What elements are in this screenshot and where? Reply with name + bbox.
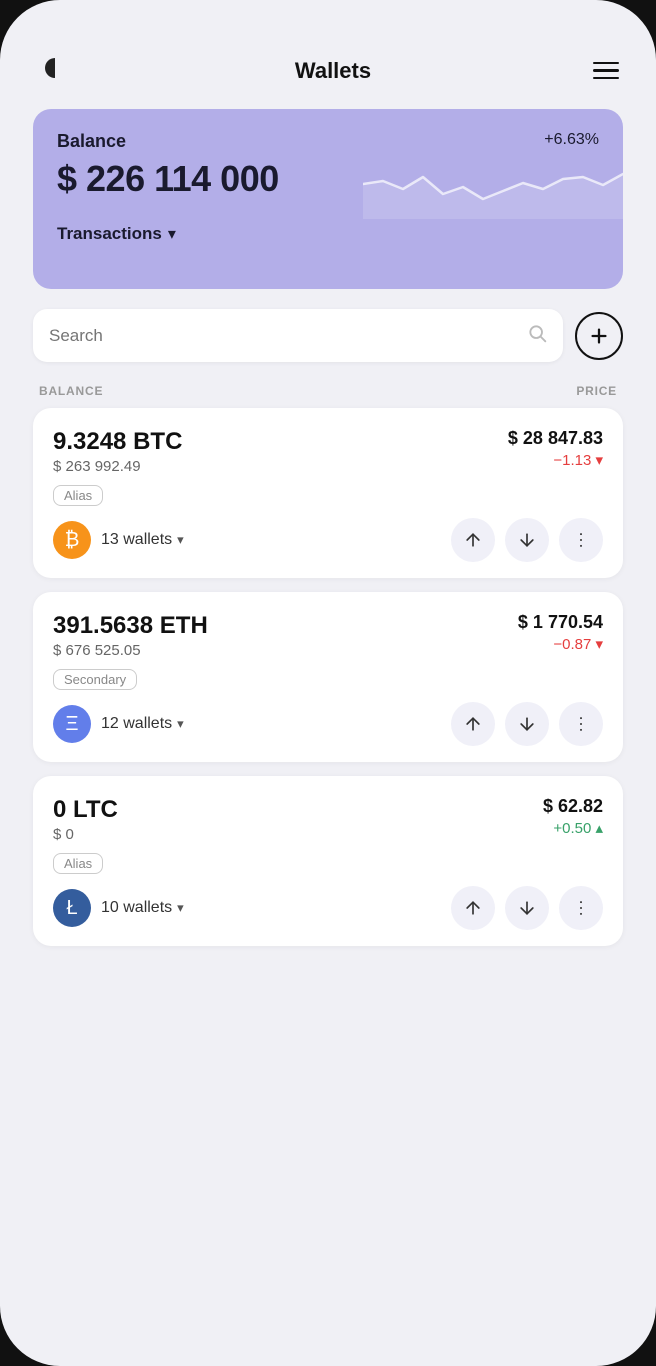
ltc-price: $ 62.82	[543, 796, 603, 817]
search-icon	[527, 323, 547, 348]
eth-amount: 391.5638 ETH	[53, 612, 208, 640]
btc-badge: Alias	[53, 485, 103, 506]
ltc-send-button[interactable]	[451, 886, 495, 930]
asset-left: 391.5638 ETH $ 676 525.05	[53, 612, 208, 659]
btc-usd-value: $ 263 992.49	[53, 458, 182, 475]
asset-top-row: 9.3248 BTC $ 263 992.49 $ 28 847.83 −1.1…	[53, 428, 603, 475]
price-column-header: PRICE	[576, 384, 617, 398]
menu-button[interactable]	[593, 62, 619, 80]
asset-card-eth: 391.5638 ETH $ 676 525.05 $ 1 770.54 −0.…	[33, 592, 623, 762]
ltc-actions	[451, 886, 603, 930]
ltc-badge: Alias	[53, 853, 103, 874]
eth-bottom-row: Ξ 12 wallets ▾	[53, 702, 603, 746]
btc-amount: 9.3248 BTC	[53, 428, 182, 456]
asset-left: 9.3248 BTC $ 263 992.49	[53, 428, 182, 475]
ltc-usd-value: $ 0	[53, 826, 118, 843]
asset-right: $ 28 847.83 −1.13 ▾	[508, 428, 603, 469]
search-input[interactable]	[49, 326, 517, 346]
ltc-bottom-row: Ł 10 wallets ▾	[53, 886, 603, 930]
btc-more-button[interactable]	[559, 518, 603, 562]
ltc-wallet-count[interactable]: 10 wallets ▾	[101, 899, 184, 917]
balance-card: Balance +6.63% $ 226 114 000 Transaction…	[33, 109, 623, 289]
eth-send-button[interactable]	[451, 702, 495, 746]
balance-chart	[363, 139, 623, 219]
transactions-label: Transactions	[57, 224, 162, 244]
btc-wallet-count[interactable]: 13 wallets ▾	[101, 531, 184, 549]
balance-column-header: BALANCE	[39, 384, 103, 398]
eth-coin-icon: Ξ	[53, 705, 91, 743]
eth-usd-value: $ 676 525.05	[53, 642, 208, 659]
table-header: BALANCE PRICE	[33, 378, 623, 408]
btc-wallet-chevron-icon: ▾	[177, 532, 184, 548]
asset-left: 0 LTC $ 0	[53, 796, 118, 843]
asset-top-row: 391.5638 ETH $ 676 525.05 $ 1 770.54 −0.…	[53, 612, 603, 659]
eth-actions	[451, 702, 603, 746]
btc-receive-button[interactable]	[505, 518, 549, 562]
eth-change: −0.87 ▾	[518, 635, 603, 653]
asset-card-btc: 9.3248 BTC $ 263 992.49 $ 28 847.83 −1.1…	[33, 408, 623, 578]
logo	[37, 50, 73, 91]
asset-right: $ 62.82 +0.50 ▴	[543, 796, 603, 837]
asset-right: $ 1 770.54 −0.87 ▾	[518, 612, 603, 653]
ltc-coin-icon: Ł	[53, 889, 91, 927]
eth-wallet-count[interactable]: 12 wallets ▾	[101, 715, 184, 733]
ltc-change: +0.50 ▴	[543, 819, 603, 837]
search-box	[33, 309, 563, 362]
btc-coin-icon: ₿	[53, 521, 91, 559]
header: Wallets	[33, 40, 623, 109]
add-wallet-button[interactable]	[575, 312, 623, 360]
app-container: Wallets Balance +6.63% $ 226 114 000 Tra…	[33, 40, 623, 1326]
eth-badge: Secondary	[53, 669, 137, 690]
search-row	[33, 309, 623, 362]
transactions-row[interactable]: Transactions ▾	[57, 224, 599, 244]
eth-more-button[interactable]	[559, 702, 603, 746]
ltc-amount: 0 LTC	[53, 796, 118, 824]
ltc-more-button[interactable]	[559, 886, 603, 930]
phone-frame: Wallets Balance +6.63% $ 226 114 000 Tra…	[0, 0, 656, 1366]
asset-card-ltc: 0 LTC $ 0 $ 62.82 +0.50 ▴ Alias Ł 10 wal…	[33, 776, 623, 946]
btc-wallet-info: ₿ 13 wallets ▾	[53, 521, 184, 559]
btc-price: $ 28 847.83	[508, 428, 603, 449]
btc-change: −1.13 ▾	[508, 451, 603, 469]
ltc-wallet-info: Ł 10 wallets ▾	[53, 889, 184, 927]
eth-wallet-info: Ξ 12 wallets ▾	[53, 705, 184, 743]
btc-send-button[interactable]	[451, 518, 495, 562]
btc-actions	[451, 518, 603, 562]
eth-price: $ 1 770.54	[518, 612, 603, 633]
balance-label: Balance	[57, 131, 126, 152]
ltc-receive-button[interactable]	[505, 886, 549, 930]
btc-bottom-row: ₿ 13 wallets ▾	[53, 518, 603, 562]
ltc-wallet-chevron-icon: ▾	[177, 900, 184, 916]
transactions-chevron-icon: ▾	[168, 224, 176, 244]
eth-wallet-chevron-icon: ▾	[177, 716, 184, 732]
asset-top-row: 0 LTC $ 0 $ 62.82 +0.50 ▴	[53, 796, 603, 843]
page-title: Wallets	[295, 58, 371, 84]
asset-list: 9.3248 BTC $ 263 992.49 $ 28 847.83 −1.1…	[33, 408, 623, 946]
eth-receive-button[interactable]	[505, 702, 549, 746]
